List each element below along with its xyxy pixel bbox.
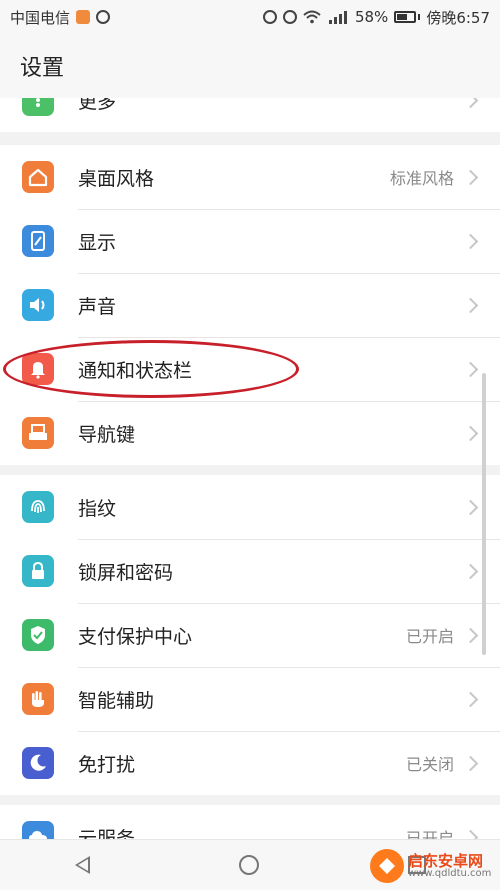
settings-item-payment-protection[interactable]: 支付保护中心 已开启 xyxy=(0,603,500,667)
clock: 傍晚6:57 xyxy=(426,8,490,27)
item-label: 导航键 xyxy=(78,423,136,446)
navkey-icon xyxy=(22,417,54,449)
watermark-logo-icon xyxy=(370,849,404,883)
settings-group: 云服务 已开启 xyxy=(0,805,500,839)
status-bar: 中国电信 58% 傍晚6:57 xyxy=(0,0,500,34)
settings-group: 更多 xyxy=(0,98,500,132)
page-title: 设置 xyxy=(20,56,65,81)
settings-group: 桌面风格 标准风格 显示 声音 通知和状态栏 导航键 xyxy=(0,145,500,465)
lock-icon xyxy=(22,555,54,587)
hand-icon xyxy=(22,683,54,715)
signal-icon xyxy=(328,11,347,24)
item-label: 声音 xyxy=(78,295,117,318)
home-icon xyxy=(22,161,54,193)
settings-item-nav-keys[interactable]: 导航键 xyxy=(0,401,500,465)
display-icon xyxy=(22,225,54,257)
more-icon xyxy=(22,98,54,116)
nfc-icon xyxy=(262,10,277,24)
item-label: 指纹 xyxy=(78,497,117,520)
scrollbar-thumb[interactable] xyxy=(482,373,486,655)
sound-icon xyxy=(22,289,54,321)
item-label: 智能辅助 xyxy=(78,689,155,712)
settings-item-more[interactable]: 更多 xyxy=(0,98,500,132)
chevron-right-icon xyxy=(462,297,479,313)
cloud-icon xyxy=(22,821,54,839)
moon-icon xyxy=(22,747,54,779)
item-label: 锁屏和密码 xyxy=(78,561,174,584)
chevron-right-icon xyxy=(462,691,479,707)
item-value: 已开启 xyxy=(405,829,454,839)
settings-item-desktop-style[interactable]: 桌面风格 标准风格 xyxy=(0,145,500,209)
back-icon xyxy=(74,856,90,874)
chevron-right-icon xyxy=(462,755,479,771)
battery-percent: 58% xyxy=(354,8,389,26)
sync-icon xyxy=(96,10,111,24)
alarm-icon xyxy=(282,10,297,24)
watermark: 启东安卓网 www.qdldtu.com xyxy=(370,846,498,886)
wifi-icon xyxy=(303,10,321,24)
annotation-ellipse xyxy=(3,340,299,398)
chevron-right-icon xyxy=(462,829,479,839)
item-label: 更多 xyxy=(78,98,117,113)
chevron-right-icon xyxy=(462,627,479,643)
item-label: 云服务 xyxy=(78,827,136,840)
settings-item-sound[interactable]: 声音 xyxy=(0,273,500,337)
item-value: 标准风格 xyxy=(389,169,454,188)
settings-item-lockscreen[interactable]: 锁屏和密码 xyxy=(0,539,500,603)
settings-item-fingerprint[interactable]: 指纹 xyxy=(0,475,500,539)
fingerprint-icon xyxy=(22,491,54,523)
settings-item-display[interactable]: 显示 xyxy=(0,209,500,273)
settings-item-smart-assist[interactable]: 智能辅助 xyxy=(0,667,500,731)
battery-icon xyxy=(394,11,417,23)
chevron-right-icon xyxy=(462,169,479,185)
watermark-title: 启东安卓网 xyxy=(408,851,484,870)
battery-cap xyxy=(418,14,421,20)
item-label: 支付保护中心 xyxy=(78,625,193,648)
chevron-right-icon xyxy=(462,233,479,249)
chevron-right-icon xyxy=(462,563,479,579)
home-circle-icon xyxy=(238,855,259,875)
item-label: 免打扰 xyxy=(78,753,136,776)
chevron-right-icon xyxy=(462,98,479,108)
shield-icon xyxy=(22,619,54,651)
chevron-right-icon xyxy=(462,499,479,515)
title-bar: 设置 xyxy=(0,34,500,99)
home-button[interactable] xyxy=(238,855,259,875)
item-value: 已关闭 xyxy=(405,755,454,774)
item-value: 已开启 xyxy=(405,627,454,646)
settings-item-cloud[interactable]: 云服务 已开启 xyxy=(0,805,500,839)
item-label: 桌面风格 xyxy=(78,167,155,190)
settings-item-do-not-disturb[interactable]: 免打扰 已关闭 xyxy=(0,731,500,795)
carrier-label: 中国电信 xyxy=(10,8,71,27)
settings-group: 指纹 锁屏和密码 支付保护中心 已开启 智能辅助 免打扰 已关闭 xyxy=(0,475,500,795)
settings-list[interactable]: 更多 桌面风格 标准风格 显示 声音 通知和状态栏 导航键 指纹 锁屏和密码 支… xyxy=(0,98,500,839)
app-notification-icon xyxy=(76,10,91,24)
chevron-right-icon xyxy=(462,425,479,441)
item-label: 显示 xyxy=(78,231,117,254)
watermark-url: www.qdldtu.com xyxy=(408,867,492,879)
chevron-right-icon xyxy=(462,361,479,377)
back-button[interactable] xyxy=(74,856,90,874)
